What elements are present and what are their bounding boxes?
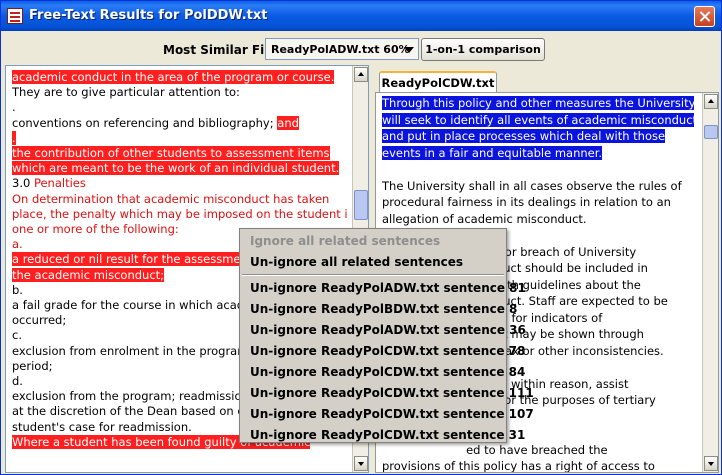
line-text: period; <box>12 358 53 373</box>
text-line: 3.0 Penalties <box>12 176 348 191</box>
line-text: exclusion from enrolment in the program … <box>12 343 257 358</box>
text-line: On determination that academic misconduc… <box>12 192 348 207</box>
text-line: academic conduct in the area of the prog… <box>12 70 348 85</box>
app-icon <box>7 8 23 24</box>
context-menu: Ignore all related sentences Un-ignore al… <box>239 228 534 445</box>
line-text: events in a fair and equitable manner. <box>382 145 603 160</box>
text-line: Through this policy and other measures t… <box>382 95 694 112</box>
scroll-down-arrow-icon[interactable] <box>704 456 718 471</box>
text-line: procedural fairness in its dealings in r… <box>382 194 694 211</box>
unignore-sentence-menu-item[interactable]: Un-ignore ReadyPolADW.txt sentence 81 <box>240 278 526 298</box>
text-line: events in a fair and equitable manner. <box>382 145 694 162</box>
line-text: On determination that academic misconduc… <box>12 191 330 206</box>
line-text: place, the penalty which may be imposed … <box>12 206 348 221</box>
main-window: Free-Text Results for PolDDW.txt Most Si… <box>0 0 722 475</box>
text-line <box>382 161 694 178</box>
unignore-sentence-menu-item[interactable]: Un-ignore ReadyPolCDW.txt sentence 84 <box>240 362 525 382</box>
text-line: . <box>12 100 348 115</box>
line-text: student's case for readmission. <box>12 419 192 434</box>
scroll-up-arrow-icon[interactable] <box>704 94 718 109</box>
combo-value: ReadyPolADW.txt 60% <box>271 43 410 56</box>
unignore-all-menu-item[interactable]: Un-ignore all related sentences <box>240 252 506 272</box>
line-text: the contribution of other students to as… <box>12 146 330 161</box>
ignore-all-menu-item: Ignore all related sentences <box>250 234 441 248</box>
line-text: at the discretion of the Dean based on c… <box>12 404 256 419</box>
text-line: They are to give particular attention to… <box>12 85 348 100</box>
line-text <box>382 162 386 176</box>
unignore-sentence-menu-item[interactable]: Un-ignore ReadyPolBDW.txt sentence 8 <box>240 299 517 319</box>
unignore-sentence-menu-item[interactable]: Un-ignore ReadyPolCDW.txt sentence 111 <box>240 383 534 403</box>
text-line: The University shall in all cases observ… <box>382 178 694 195</box>
line-text: d. <box>12 374 23 389</box>
unignore-sentence-menu-item[interactable]: Un-ignore ReadyPolCDW.txt sentence 78 <box>240 341 525 361</box>
line-text: They are to give particular attention to… <box>12 85 240 100</box>
line-text: and put in place processes which deal wi… <box>382 129 666 143</box>
line-text: a. <box>12 237 23 252</box>
line-text: which are meant to be the work of an ind… <box>12 161 340 176</box>
line-text: provisions of this policy has a right of… <box>382 459 655 473</box>
scroll-up-arrow-icon[interactable] <box>354 67 368 82</box>
line-text: a reduced or nil result for the assessme… <box>12 252 253 267</box>
right-scrollbar[interactable] <box>702 93 718 472</box>
line-text: academic conduct in the area of the prog… <box>12 70 335 84</box>
compare-button[interactable]: 1-on-1 comparison <box>421 38 545 61</box>
text-line: provisions of this policy has a right of… <box>382 458 694 473</box>
text-line: and put in place processes which deal wi… <box>382 128 694 145</box>
line-text: Through this policy and other measures t… <box>382 96 694 110</box>
text-line: conventions on referencing and bibliogra… <box>12 115 348 131</box>
title-bar[interactable]: Free-Text Results for PolDDW.txt <box>1 1 721 31</box>
window-title: Free-Text Results for PolDDW.txt <box>29 8 268 23</box>
line-text: procedural fairness in its dealings in r… <box>382 195 671 209</box>
text-line: which are meant to be the work of an ind… <box>12 161 348 176</box>
line-text: c. <box>12 328 22 343</box>
line-text: b. <box>12 282 23 297</box>
close-button[interactable] <box>694 6 715 27</box>
scroll-down-arrow-icon[interactable] <box>354 456 368 471</box>
line-text: will seek to identify all events of acad… <box>382 112 694 127</box>
text-line: allegation of academic misconduct. <box>382 211 694 228</box>
tab-readypolcdw[interactable]: ReadyPolCDW.txt <box>379 71 497 93</box>
line-tail: Penalties <box>33 176 86 191</box>
text-line: . <box>12 130 348 146</box>
line-text: 3.0 <box>12 176 31 191</box>
similar-files-combo[interactable]: ReadyPolADW.txt 60% <box>265 38 419 60</box>
menu-separator <box>242 274 504 276</box>
text-line: the contribution of other students to as… <box>12 146 348 161</box>
text-line: will seek to identify all events of acad… <box>382 112 694 129</box>
line-text: one or more of the following: <box>12 222 179 237</box>
line-text: conventions on referencing and bibliogra… <box>12 115 274 130</box>
line-text: The University shall in all cases observ… <box>382 178 682 193</box>
line-text: a fail grade for the course in which aca… <box>12 298 256 313</box>
line-tail: and <box>277 115 299 130</box>
scroll-thumb[interactable] <box>704 125 718 139</box>
unignore-sentence-menu-item[interactable]: Un-ignore ReadyPolADW.txt sentence 36 <box>240 320 526 340</box>
chevron-down-icon[interactable] <box>404 47 414 53</box>
line-text: allegation of academic misconduct. <box>382 211 587 226</box>
text-line: place, the penalty which may be imposed … <box>12 207 348 222</box>
scroll-thumb[interactable] <box>354 190 368 220</box>
line-text: . <box>12 130 16 145</box>
unignore-sentence-menu-item[interactable]: Un-ignore ReadyPolCDW.txt sentence 31 <box>240 425 525 445</box>
line-text: exclusion from the program; readmission <box>12 389 249 404</box>
line-text: occurred; <box>12 313 67 328</box>
line-text: the academic misconduct; <box>12 267 165 282</box>
line-text: . <box>12 100 16 115</box>
unignore-sentence-menu-item[interactable]: Un-ignore ReadyPolCDW.txt sentence 107 <box>240 404 534 424</box>
